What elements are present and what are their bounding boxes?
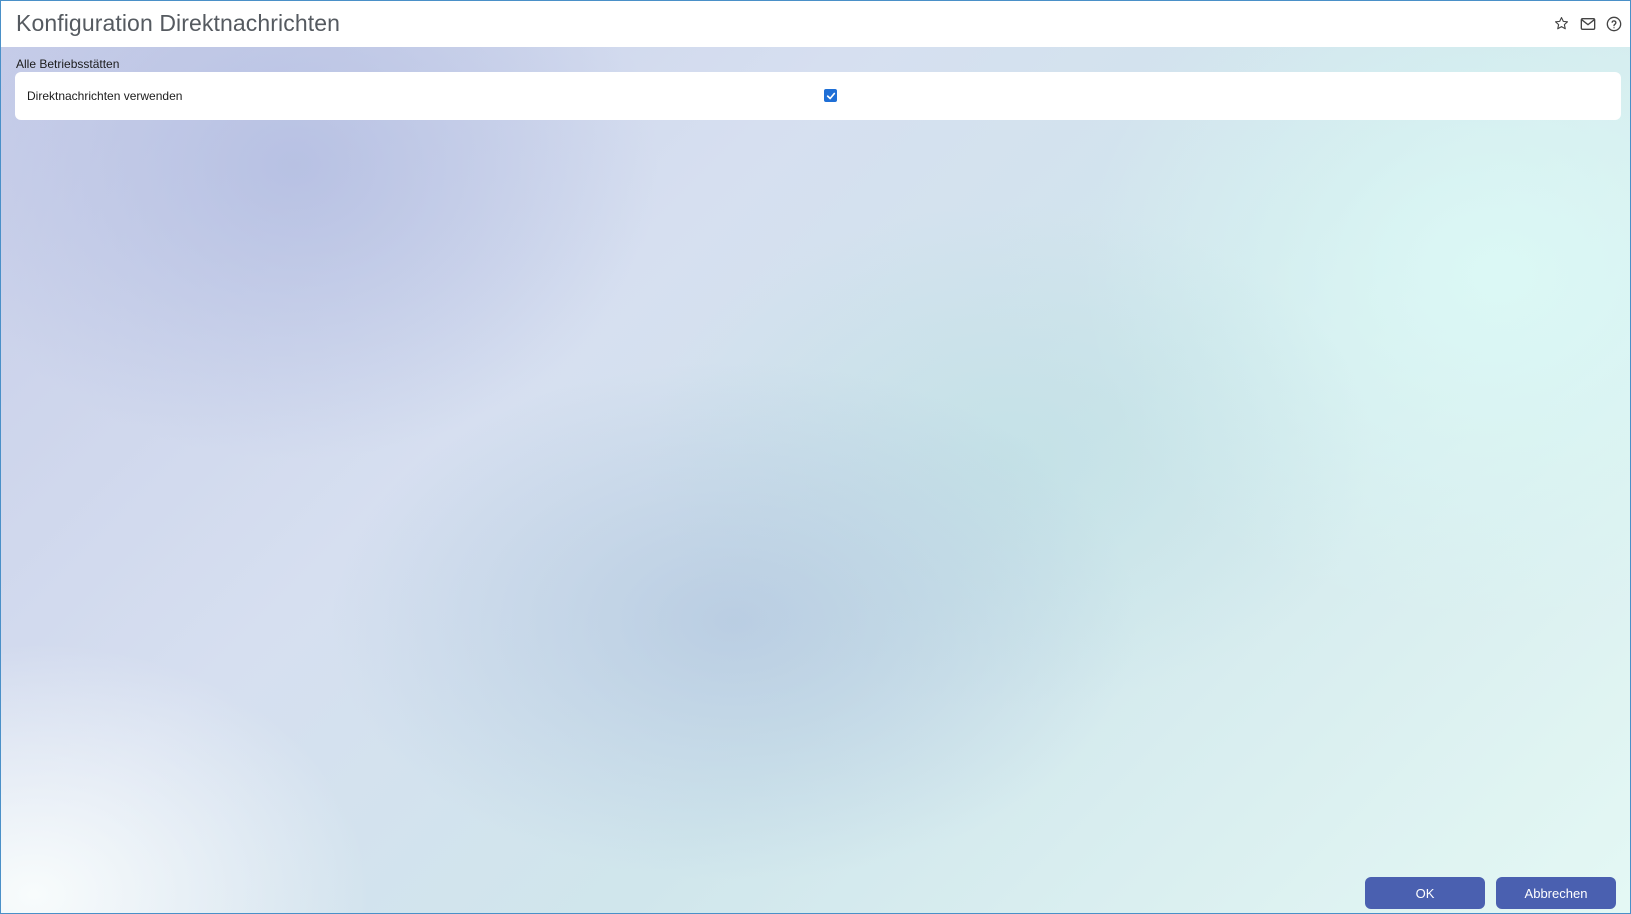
config-window: Konfiguration Direktnachrichten Alle Bet… xyxy=(0,0,1631,914)
settings-panel: Direktnachrichten verwenden xyxy=(15,72,1621,120)
help-icon[interactable] xyxy=(1605,15,1622,32)
mail-icon[interactable] xyxy=(1579,15,1596,32)
cancel-button[interactable]: Abbrechen xyxy=(1496,877,1616,909)
direct-messages-checkbox[interactable] xyxy=(824,89,837,102)
setting-label-direct-messages: Direktnachrichten verwenden xyxy=(27,89,183,103)
page-title: Konfiguration Direktnachrichten xyxy=(16,10,340,36)
checkmark-icon xyxy=(826,92,835,99)
ok-button[interactable]: OK xyxy=(1365,877,1485,909)
star-icon[interactable] xyxy=(1553,15,1570,32)
section-label: Alle Betriebsstätten xyxy=(16,57,120,71)
window-header: Konfiguration Direktnachrichten xyxy=(1,1,1630,47)
header-icon-group xyxy=(1553,15,1622,32)
